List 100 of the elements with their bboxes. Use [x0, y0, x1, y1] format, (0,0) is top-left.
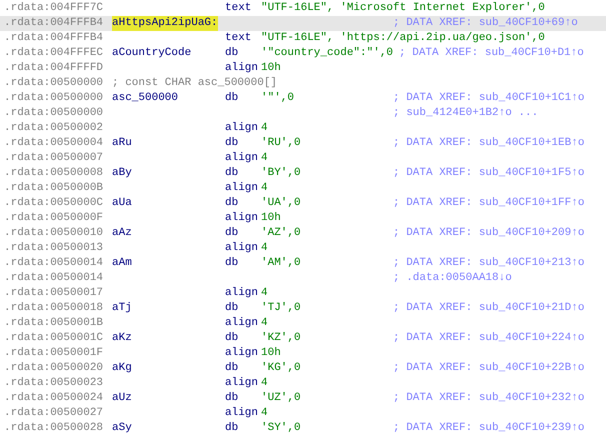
mnemonic: align — [225, 286, 260, 301]
operand: '"country_code":"',0 — [261, 46, 394, 61]
label-name[interactable]: aRu — [112, 136, 132, 151]
mnemonic: align — [225, 181, 260, 196]
mnemonic: db — [225, 226, 240, 241]
label-name[interactable]: aUz — [112, 391, 132, 406]
line-address: .rdata:0050001B — [3, 316, 104, 331]
mnemonic: align — [225, 376, 260, 391]
operand: 10h — [261, 61, 281, 76]
operand: 'SY',0 — [261, 421, 301, 435]
line-address: .rdata:00500024 — [3, 391, 104, 406]
line-address: .rdata:00500028 — [3, 421, 104, 435]
line-address: .rdata:00500018 — [3, 301, 104, 316]
mnemonic: db — [225, 46, 240, 61]
line-address: .rdata:004FFFB4 — [3, 31, 104, 46]
operand: 'BY',0 — [261, 166, 301, 181]
mnemonic: align — [225, 316, 260, 331]
mnemonic: text — [225, 1, 252, 16]
line-address: .rdata:00500014 — [3, 256, 104, 271]
line-address: .rdata:00500000 — [3, 76, 104, 91]
line-address: .rdata:00500017 — [3, 286, 104, 301]
label-name[interactable]: aHttpsApi2ipUaG: — [112, 16, 218, 31]
operand: 4 — [261, 316, 268, 331]
operand: 10h — [261, 211, 281, 226]
mnemonic: align — [225, 346, 260, 361]
operand: 4 — [261, 376, 268, 391]
label-name[interactable]: aSy — [112, 421, 132, 435]
line-address: .rdata:00500020 — [3, 361, 104, 376]
line-address: .rdata:00500000 — [3, 106, 104, 121]
xref-comment: ; DATA XREF: sub_40CF10+22B↑o — [393, 361, 584, 376]
xref-comment: ; .data:0050AA18↓o — [393, 271, 512, 286]
line-address: .rdata:004FFFEC — [3, 46, 104, 61]
mnemonic: align — [225, 121, 260, 136]
label-name[interactable]: aKg — [112, 361, 132, 376]
mnemonic: align — [225, 151, 260, 166]
mnemonic: db — [225, 331, 240, 346]
operand: 4 — [261, 406, 268, 421]
listing-row[interactable]: .rdata:004FFFB4 aHttpsApi2ipUaG: ; DATA XREF: sub_40CF10+69↑o — [0, 16, 606, 31]
line-address: .rdata:004FFFB4 — [3, 16, 104, 31]
xref-comment: ; DATA XREF: sub_40CF10+213↑o — [393, 256, 584, 271]
mnemonic: db — [225, 136, 240, 151]
mnemonic: align — [225, 406, 260, 421]
operand: 'UA',0 — [261, 196, 301, 211]
mnemonic: db — [225, 256, 240, 271]
line-address: .rdata:00500013 — [3, 241, 104, 256]
declaration-comment: ; const CHAR asc_500000[] — [112, 76, 278, 91]
line-address: .rdata:00500004 — [3, 136, 104, 151]
mnemonic: db — [225, 421, 240, 435]
mnemonic: db — [225, 361, 240, 376]
label-name[interactable]: aCountryCode — [112, 46, 192, 61]
line-address: .rdata:0050000F — [3, 211, 104, 226]
xref-comment: ; DATA XREF: sub_40CF10+1FF↑o — [393, 196, 584, 211]
line-address: .rdata:004FFF7C — [3, 1, 104, 16]
operand: '"',0 — [261, 91, 294, 106]
mnemonic: db — [225, 91, 240, 106]
line-address: .rdata:0050001C — [3, 331, 104, 346]
label-name[interactable]: asc_500000 — [112, 91, 178, 106]
operand: 'AZ',0 — [261, 226, 301, 241]
operand: "UTF-16LE", 'Microsoft Internet Explorer',0 — [261, 1, 545, 16]
operand: 4 — [261, 286, 268, 301]
label-name[interactable]: aAm — [112, 256, 132, 271]
mnemonic: align — [225, 61, 260, 76]
label-name[interactable]: aKz — [112, 331, 132, 346]
xref-comment: ; DATA XREF: sub_40CF10+1EB↑o — [393, 136, 584, 151]
xref-comment: ; DATA XREF: sub_40CF10+1C1↑o — [393, 91, 584, 106]
xref-comment: ; DATA XREF: sub_40CF10+69↑o — [393, 16, 578, 31]
mnemonic: align — [225, 241, 260, 256]
xref-comment: ; DATA XREF: sub_40CF10+21D↑o — [393, 301, 584, 316]
label-name[interactable]: aTj — [112, 301, 132, 316]
label-name[interactable]: aUa — [112, 196, 132, 211]
operand: 4 — [261, 151, 268, 166]
xref-comment: ; DATA XREF: sub_40CF10+224↑o — [393, 331, 584, 346]
line-address: .rdata:00500027 — [3, 406, 104, 421]
xref-comment: ; DATA XREF: sub_40CF10+D1↑o — [399, 46, 584, 61]
line-address: .rdata:0050000B — [3, 181, 104, 196]
operand: 'KZ',0 — [261, 331, 301, 346]
line-address: .rdata:00500008 — [3, 166, 104, 181]
operand: 10h — [261, 346, 281, 361]
xref-comment: ; DATA XREF: sub_40CF10+232↑o — [393, 391, 584, 406]
line-address: .rdata:00500023 — [3, 376, 104, 391]
operand: 'AM',0 — [261, 256, 301, 271]
mnemonic: align — [225, 211, 260, 226]
xref-comment: ; DATA XREF: sub_40CF10+1F5↑o — [393, 166, 584, 181]
xref-comment: ; sub_4124E0+1B2↑o ... — [393, 106, 538, 121]
operand: 4 — [261, 241, 268, 256]
mnemonic: text — [225, 31, 252, 46]
label-name[interactable]: aAz — [112, 226, 132, 241]
mnemonic: db — [225, 166, 240, 181]
mnemonic: db — [225, 391, 240, 406]
operand: "UTF-16LE", 'https://api.2ip.ua/geo.json',0 — [261, 31, 545, 46]
line-address: .rdata:00500010 — [3, 226, 104, 241]
operand: 'TJ',0 — [261, 301, 301, 316]
label-name[interactable]: aBy — [112, 166, 132, 181]
operand: 'UZ',0 — [261, 391, 301, 406]
line-address: .rdata:00500007 — [3, 151, 104, 166]
xref-comment: ; DATA XREF: sub_40CF10+209↑o — [393, 226, 584, 241]
line-address: .rdata:00500002 — [3, 121, 104, 136]
operand: 4 — [261, 121, 268, 136]
line-address: .rdata:004FFFFD — [3, 61, 104, 76]
operand: 'KG',0 — [261, 361, 301, 376]
